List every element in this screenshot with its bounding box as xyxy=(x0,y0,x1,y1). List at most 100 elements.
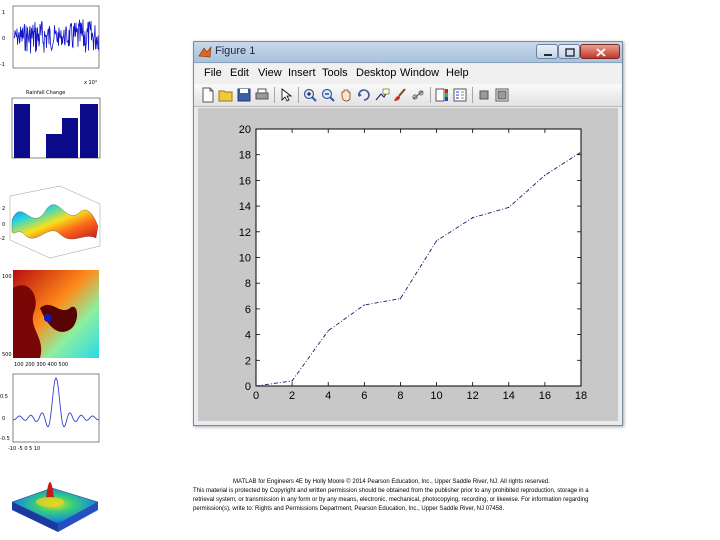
svg-text:0: 0 xyxy=(2,416,5,422)
print-icon xyxy=(255,88,269,100)
close-button[interactable] xyxy=(580,44,620,59)
x-tick-label: 0 xyxy=(253,390,259,402)
x-tick-label: 12 xyxy=(467,390,479,402)
bar-plot-title: Rainfall Change xyxy=(26,90,65,96)
menu-help[interactable]: Help xyxy=(446,67,469,79)
axes-box xyxy=(255,128,582,387)
figure-window[interactable]: Figure 1 File Edit View Insert Tools Des… xyxy=(193,41,623,426)
hide-plot-tools-icon xyxy=(479,90,489,100)
line-plot[interactable]: 0 2 4 6 8 10 12 14 16 18 0 2 4 6 8 10 12 14 16 18 20 xyxy=(198,108,620,427)
toolbar-separator xyxy=(274,87,275,103)
svg-text:100: 100 xyxy=(2,274,12,280)
data-point xyxy=(435,240,438,242)
rotate-3d-button[interactable] xyxy=(356,87,372,103)
caption-line-3: retrieval system, or transmission in any… xyxy=(193,497,589,503)
data-point xyxy=(399,298,402,300)
link-button[interactable] xyxy=(410,87,426,103)
y-tick-label: 8 xyxy=(245,278,251,290)
toolbar-separator xyxy=(430,87,431,103)
caption-line-2: This material is protected by Copyright … xyxy=(193,488,589,494)
svg-text:2: 2 xyxy=(2,206,5,212)
print-button[interactable] xyxy=(254,87,270,103)
colorbar-button[interactable] xyxy=(434,87,450,103)
figure-canvas[interactable]: 0 2 4 6 8 10 12 14 16 18 0 2 4 6 8 10 12 14 16 18 20 xyxy=(198,108,618,421)
window-title: Figure 1 xyxy=(215,45,256,57)
menu-view[interactable]: View xyxy=(258,67,282,79)
y-tick-label: 4 xyxy=(245,330,251,342)
minimize-button[interactable] xyxy=(536,44,558,59)
show-plot-tools-button[interactable] xyxy=(494,87,510,103)
svg-text:100 200 300 400 500: 100 200 300 400 500 xyxy=(14,362,68,368)
x-tick-label: 14 xyxy=(503,390,515,402)
svg-text:500: 500 xyxy=(2,352,12,358)
x-tick-label: 6 xyxy=(361,390,367,402)
caption-line-1: MATLAB for Engineers 4E by Holly Moore ©… xyxy=(233,479,550,485)
zoom-out-icon xyxy=(321,88,335,102)
svg-text:0: 0 xyxy=(2,222,5,228)
data-point xyxy=(363,304,365,306)
show-plot-tools-icon xyxy=(495,88,509,102)
menu-insert[interactable]: Insert xyxy=(288,67,316,79)
close-icon xyxy=(596,48,606,57)
data-point xyxy=(291,380,293,382)
legend-button[interactable] xyxy=(452,87,468,103)
toolbar-separator xyxy=(472,87,473,103)
zoom-in-icon xyxy=(303,88,317,102)
data-cursor-icon xyxy=(375,88,390,101)
menu-bar: File Edit View Insert Tools Desktop Wind… xyxy=(194,64,622,84)
svg-text:-0.5: -0.5 xyxy=(0,436,10,442)
figure-toolbar xyxy=(194,84,622,107)
menu-desktop[interactable]: Desktop xyxy=(356,67,396,79)
legend-icon xyxy=(453,88,467,102)
thumbnail-fractal-image: 100 500 100 200 300 400 500 xyxy=(0,268,110,368)
fractal-image: 100 500 100 200 300 400 500 xyxy=(2,270,99,368)
x-tick-label: 2 xyxy=(289,390,295,402)
zoom-in-button[interactable] xyxy=(302,87,318,103)
pan-button[interactable] xyxy=(338,87,354,103)
save-button[interactable] xyxy=(236,87,252,103)
pointer-button[interactable] xyxy=(278,87,294,103)
y-tick-label: 10 xyxy=(239,253,251,265)
svg-text:-1: -1 xyxy=(0,62,5,68)
svg-text:0.5: 0.5 xyxy=(0,394,8,400)
menu-tools[interactable]: Tools xyxy=(322,67,348,79)
x-tick-label: 16 xyxy=(539,390,551,402)
thumbnail-sinc-plot: 0.5 0 -0.5 -10 -5 0 5 10 xyxy=(0,370,110,456)
data-cursor-button[interactable] xyxy=(374,87,390,103)
thumbnail-signal-plot: 1 0 -1 x 10⁴ xyxy=(0,0,110,90)
svg-text:-10 -5 0 5 10: -10 -5 0 5 10 xyxy=(8,446,40,452)
y-tick-label: 6 xyxy=(245,304,251,316)
save-icon xyxy=(237,88,251,102)
link-icon xyxy=(412,90,424,100)
brush-button[interactable] xyxy=(392,87,408,103)
title-bar[interactable]: Figure 1 xyxy=(194,42,622,63)
y-tick-label: 0 xyxy=(245,381,251,393)
menu-file[interactable]: File xyxy=(204,67,222,79)
new-figure-button[interactable] xyxy=(200,87,216,103)
rotate-3d-icon xyxy=(358,89,370,101)
data-point xyxy=(544,174,546,176)
thumbnail-surface-plot: 2 0 -2 xyxy=(0,176,110,268)
menu-window[interactable]: Window xyxy=(400,67,439,79)
open-file-button[interactable] xyxy=(218,87,234,103)
x-tick-label: 18 xyxy=(575,390,587,402)
thumbnail-bar-plot: Rainfall Change xyxy=(0,88,110,178)
data-point xyxy=(580,151,582,153)
surface-plot-image: 2 0 -2 xyxy=(0,185,101,259)
svg-text:-2: -2 xyxy=(0,236,5,242)
menu-edit[interactable]: Edit xyxy=(230,67,249,79)
zoom-out-button[interactable] xyxy=(320,87,336,103)
data-point xyxy=(508,206,510,208)
pointer-icon xyxy=(281,88,293,102)
x-tick-label: 10 xyxy=(430,390,442,402)
thumbnail-membrane-plot xyxy=(0,458,110,538)
maximize-button[interactable] xyxy=(558,44,580,59)
membrane-plot-image xyxy=(11,482,99,532)
x-tick-label: 8 xyxy=(397,390,403,402)
y-tick-label: 2 xyxy=(245,355,251,367)
signal-plot-image: 1 0 -1 x 10⁴ xyxy=(0,5,100,86)
data-point xyxy=(472,217,474,219)
new-figure-icon xyxy=(202,87,214,103)
hide-plot-tools-button[interactable] xyxy=(476,87,492,103)
y-tick-label: 18 xyxy=(239,150,251,162)
